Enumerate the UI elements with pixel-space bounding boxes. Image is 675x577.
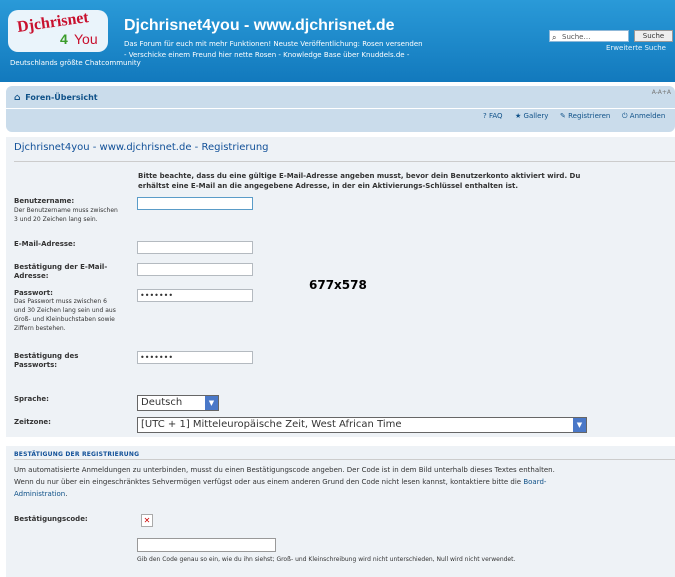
site-title: Djchrisnet4you - www.djchrisnet.de — [124, 17, 395, 34]
advanced-search-link[interactable]: Erweiterte Suche — [606, 44, 666, 52]
username-explain: Der Benutzername muss zwischen 3 und 20 … — [14, 207, 118, 223]
faq-label: FAQ — [488, 112, 503, 120]
chevron-down-icon: ▼ — [205, 396, 218, 410]
navbar: ⌂ Foren-Übersicht A-A+A ? FAQ ★ Gallery … — [6, 86, 675, 132]
nav-divider — [6, 108, 675, 109]
login-link[interactable]: ⏻ Anmelden — [622, 112, 665, 121]
language-value: Deutsch — [141, 397, 183, 408]
password-confirm-label: Bestätigung des Passworts: — [14, 352, 79, 369]
confirmation-explain: Um automatisierte Anmeldungen zu unterbi… — [14, 466, 555, 486]
title-divider — [14, 161, 675, 162]
username-label: Benutzername: — [14, 197, 75, 205]
font-size-control[interactable]: A-A+A — [652, 89, 671, 96]
language-label: Sprache: — [14, 395, 49, 403]
register-icon: ✎ — [560, 112, 566, 120]
timezone-label: Zeitzone: — [14, 418, 51, 426]
confirmation-text-end: . — [65, 490, 68, 498]
password-field[interactable]: ••••••• — [137, 289, 253, 302]
gallery-label: Gallery — [523, 112, 549, 120]
confirmation-text: Um automatisierte Anmeldungen zu unterbi… — [14, 464, 574, 500]
confirmation-code-field[interactable] — [137, 538, 276, 552]
confirmation-code-explain: Gib den Code genau so ein, wie du ihn si… — [137, 556, 516, 563]
email-field[interactable] — [137, 241, 253, 254]
register-link[interactable]: ✎ Registrieren — [560, 112, 610, 120]
home-icon: ⌂ — [14, 93, 21, 103]
search-icon: ⌕ — [552, 33, 557, 42]
search-placeholder: Suche… — [562, 33, 591, 41]
confirmation-divider — [14, 459, 675, 460]
search-input[interactable]: ⌕ Suche… — [549, 30, 629, 42]
confirmation-heading: BESTÄTIGUNG DER REGISTRIERUNG — [14, 451, 140, 458]
site-header: Djchrisnet 4 You Djchrisnet4you - www.dj… — [0, 0, 675, 82]
dimension-overlay: 677x578 — [309, 278, 367, 292]
faq-link[interactable]: ? FAQ — [483, 112, 503, 120]
language-select[interactable]: Deutsch ▼ — [137, 395, 219, 411]
email-confirm-label: Bestätigung der E-Mail-Adresse: — [14, 263, 108, 280]
email-label: E-Mail-Adresse: — [14, 240, 76, 248]
site-description: Das Forum für euch mit mehr Funktionen! … — [124, 40, 423, 59]
chevron-down-icon: ▼ — [573, 418, 586, 432]
power-icon: ⏻ — [622, 112, 628, 120]
password-explain: Das Passwort muss zwischen 6 und 30 Zeic… — [14, 298, 116, 332]
register-label: Registrieren — [568, 112, 611, 120]
forum-index-link[interactable]: ⌂ Foren-Übersicht — [14, 93, 98, 103]
timezone-value: [UTC + 1] Mitteleuropäische Zeit, West A… — [141, 419, 402, 430]
email-confirm-field[interactable] — [137, 263, 253, 276]
broken-image-icon: ✕ — [141, 514, 153, 527]
gallery-link[interactable]: ★ Gallery — [515, 112, 548, 120]
logo-text-you: You — [74, 31, 98, 47]
page-title: Djchrisnet4you - www.djchrisnet.de - Reg… — [14, 142, 269, 153]
registration-notice: Bitte beachte, dass du eine gültige E-Ma… — [138, 172, 581, 190]
logo-text-4: 4 — [60, 31, 68, 47]
timezone-select[interactable]: [UTC + 1] Mitteleuropäische Zeit, West A… — [137, 417, 587, 433]
help-icon: ? — [483, 112, 487, 120]
forum-index-label: Foren-Übersicht — [25, 93, 98, 102]
confirmation-code-label: Bestätigungscode: — [14, 515, 88, 523]
site-logo[interactable]: Djchrisnet 4 You — [8, 9, 108, 52]
password-confirm-field[interactable]: ••••••• — [137, 351, 253, 364]
search-button[interactable]: Suche — [634, 30, 673, 42]
username-field[interactable] — [137, 197, 253, 210]
site-description-2: Deutschlands größte Chatcommunity — [10, 59, 141, 67]
login-label: Anmelden — [629, 112, 666, 120]
gallery-icon: ★ — [515, 112, 522, 120]
confirmation-panel: BESTÄTIGUNG DER REGISTRIERUNG Um automat… — [6, 446, 675, 577]
